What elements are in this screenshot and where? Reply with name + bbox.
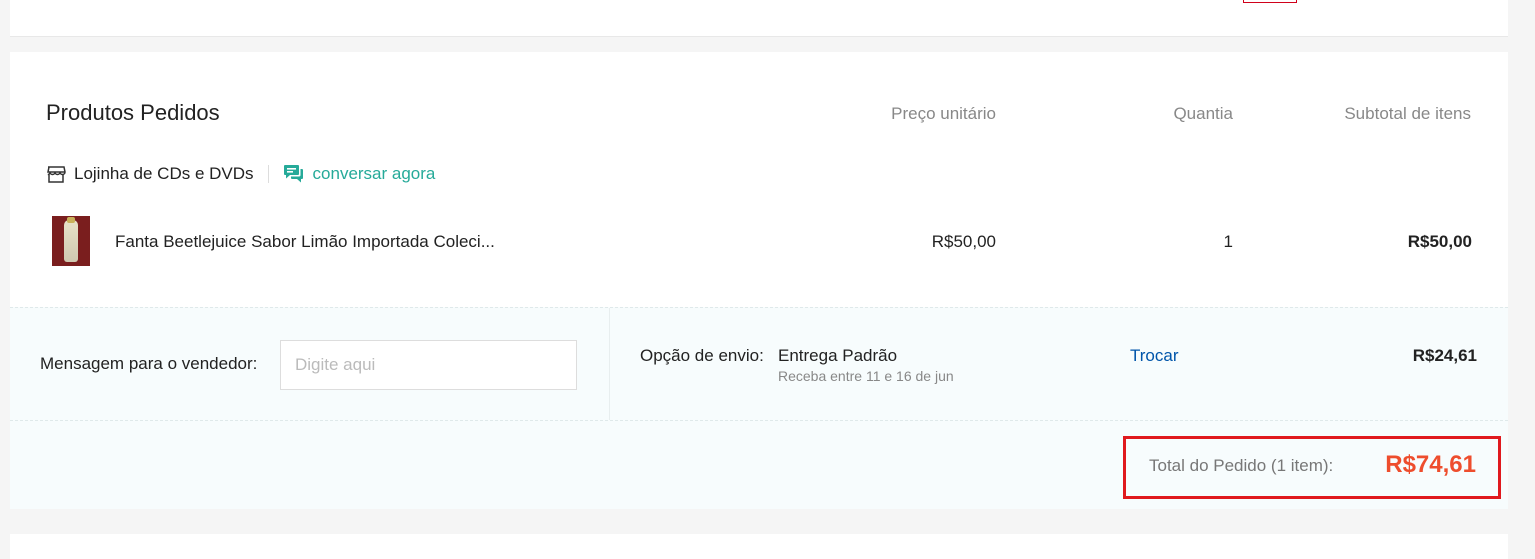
shipping-price: R$24,61	[1412, 346, 1477, 365]
product-quantity: 1	[1223, 232, 1233, 251]
next-section-card	[10, 534, 1508, 559]
product-unit-price: R$50,00	[931, 232, 996, 251]
previous-section-card	[10, 0, 1508, 37]
store-icon	[47, 166, 66, 183]
product-row: Fanta Beetlejuice Sabor Limão Importada …	[52, 216, 1472, 268]
product-subtotal: R$50,00	[1407, 232, 1472, 251]
chat-now-link[interactable]: conversar agora	[313, 164, 436, 184]
column-header-quantity: Quantia	[1173, 104, 1233, 123]
ordered-products-card: Produtos Pedidos Preço unitário Quantia …	[10, 52, 1508, 509]
cut-off-address-text	[46, 0, 1246, 2]
bottle-cap-shape	[67, 217, 75, 223]
column-header-subtotal: Subtotal de itens	[1344, 104, 1471, 123]
product-thumbnail[interactable]	[52, 216, 90, 266]
delivery-window: Receba entre 11 e 16 de jun	[778, 368, 954, 384]
seller-message-label: Mensagem para o vendedor:	[40, 354, 258, 373]
seller-message-area: Mensagem para o vendedor:	[10, 308, 610, 420]
order-total-band: Total do Pedido (1 item): R$74,61	[10, 421, 1508, 509]
shipping-option-label: Opção de envio:	[640, 346, 764, 365]
shop-row: Lojinha de CDs e DVDs conversar agora	[46, 163, 435, 185]
seller-message-input[interactable]	[280, 340, 577, 390]
order-total-value: R$74,61	[1385, 451, 1476, 478]
shop-name[interactable]: Lojinha de CDs e DVDs	[74, 164, 254, 184]
bottle-shape	[64, 220, 78, 262]
shop-divider	[267, 165, 269, 183]
shipping-option-name: Entrega Padrão	[778, 346, 898, 365]
cut-off-default-badge	[1243, 0, 1297, 3]
change-shipping-link[interactable]: Trocar	[1130, 346, 1179, 366]
order-total-label: Total do Pedido (1 item):	[1149, 456, 1334, 475]
product-name[interactable]: Fanta Beetlejuice Sabor Limão Importada …	[115, 232, 495, 252]
section-title: Produtos Pedidos	[46, 100, 220, 125]
column-header-unit-price: Preço unitário	[891, 104, 996, 123]
chat-icon[interactable]	[283, 163, 305, 185]
message-and-shipping-band: Mensagem para o vendedor: Opção de envio…	[10, 307, 1508, 421]
